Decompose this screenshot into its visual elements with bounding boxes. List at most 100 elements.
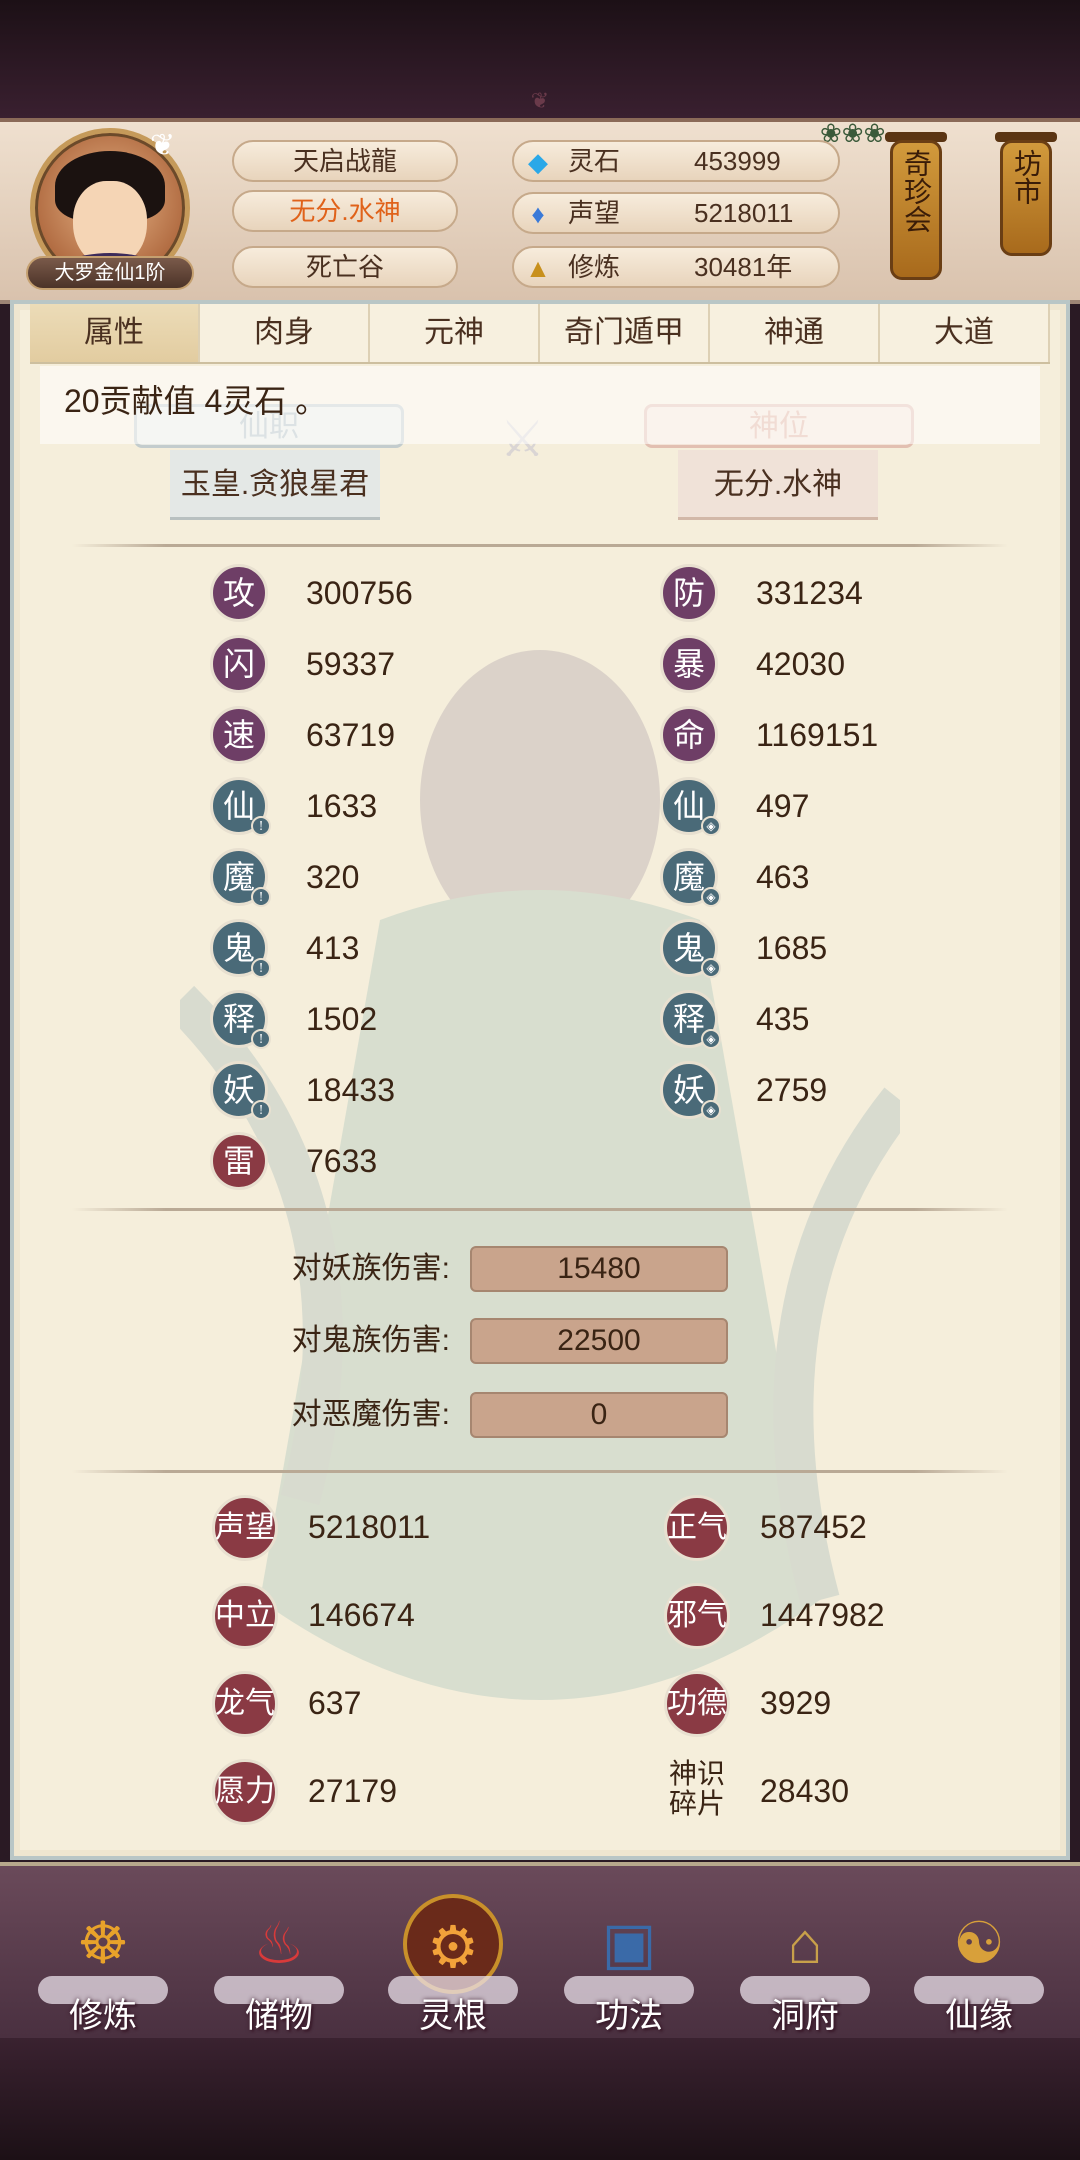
resource-cultivation: ▲ 修炼 30481年 — [512, 246, 840, 288]
notice-message: 20贡献值 4灵石 。 — [40, 366, 1040, 444]
stat-badge: 魔! — [210, 848, 271, 907]
rep-badge: 龙气 — [212, 1671, 278, 1737]
rep-badge: 声望 — [212, 1495, 278, 1561]
rep-reputation: 声望 5218011 — [212, 1495, 542, 1561]
tab-dao[interactable]: 大道 — [880, 304, 1050, 362]
player-location: 死亡谷 — [232, 246, 458, 288]
player-name: 天启战龍 — [232, 140, 458, 182]
stat-buddha-defense: 释 ◈ 435 — [660, 990, 990, 1054]
stat-critical: 暴 42030 — [660, 635, 990, 699]
shield-mini-icon: ◈ — [701, 816, 721, 836]
nav-label: 洞府 — [771, 1996, 839, 2036]
attack-mini-icon: ! — [251, 1029, 271, 1049]
rep-badge: 功德 — [664, 1671, 730, 1737]
shield-mini-icon: ◈ — [701, 1100, 721, 1120]
stat-badge: 鬼 ◈ — [660, 919, 721, 978]
lantern-fangshi-button[interactable]: 坊市 — [1000, 140, 1052, 256]
stat-badge: 鬼! — [210, 919, 271, 978]
damage-label: 对恶魔伤害: — [291, 1398, 450, 1431]
attack-mini-icon: ! — [251, 1100, 271, 1120]
rep-badge: 邪气 — [664, 1583, 730, 1649]
reputation-icon: ♦ — [531, 199, 545, 229]
nav-cave-dwelling-button[interactable]: ⌂ 洞府 — [730, 1880, 880, 2050]
nav-spirit-root-button[interactable]: ⚙ 灵根 — [378, 1880, 528, 2050]
tab-spirit[interactable]: 元神 — [370, 304, 540, 362]
stat-value: 18433 — [306, 1072, 395, 1108]
stat-value: 63719 — [306, 717, 395, 753]
stat-demon-defense: 魔 ◈ 463 — [660, 848, 990, 912]
lantern-label: 奇珍会 — [900, 149, 933, 233]
attack-mini-icon: ! — [251, 887, 271, 907]
stat-value: 59337 — [306, 646, 395, 682]
stat-badge: 释! — [210, 990, 271, 1049]
rep-value: 146674 — [308, 1597, 415, 1633]
divider — [72, 1208, 1008, 1211]
stat-badge: 攻 — [210, 564, 268, 622]
resource-reputation: ♦ 声望 5218011 — [512, 192, 840, 234]
rep-badge: 中立 — [212, 1583, 278, 1649]
nav-fate-button[interactable]: ☯ 仙缘 — [904, 1880, 1054, 2050]
nav-storage-button[interactable]: ♨ 储物 — [204, 1880, 354, 2050]
resource-value: 5218011 — [694, 198, 794, 228]
rep-evil: 邪气 1447982 — [664, 1583, 994, 1649]
lantern-qizhenhui-button[interactable]: 奇珍会 — [890, 140, 942, 280]
rep-neutral: 中立 146674 — [212, 1583, 542, 1649]
nav-label: 仙缘 — [945, 1996, 1013, 2036]
nav-label: 功法 — [595, 1996, 663, 2036]
attack-mini-icon: ! — [251, 958, 271, 978]
resource-label: 灵石 — [568, 146, 621, 176]
player-title: 无分.水神 — [232, 190, 458, 232]
rank-badge: 大罗金仙1阶 — [26, 256, 194, 290]
tab-bar: 属性 肉身 元神 奇门遁甲 神通 大道 — [30, 304, 1050, 364]
stat-badge: 妖 ◈ — [660, 1061, 721, 1120]
damage-label: 对鬼族伤害: — [291, 1324, 450, 1357]
nav-label: 储物 — [245, 1996, 313, 2036]
nav-techniques-button[interactable]: ▣ 功法 — [554, 1880, 704, 2050]
stat-buddha-attack: 释! 1502 — [210, 990, 540, 1054]
cultivation-icon: ▲ — [525, 253, 551, 283]
nav-cultivate-button[interactable]: ☸ 修炼 — [28, 1880, 178, 2050]
tab-attributes[interactable]: 属性 — [30, 304, 200, 362]
tab-divine-power[interactable]: 神通 — [710, 304, 880, 362]
stat-value: 413 — [306, 930, 360, 966]
resource-label: 声望 — [568, 198, 621, 228]
damage-value-bar: 0 — [470, 1392, 728, 1438]
stat-ghost-attack: 鬼! 413 — [210, 919, 540, 983]
nav-label: 灵根 — [419, 1996, 487, 2036]
stat-badge: 闪 — [210, 635, 268, 693]
bottom-band — [0, 2038, 1080, 2160]
stat-value: 1685 — [756, 930, 828, 966]
stat-ghost-defense: 鬼 ◈ 1685 — [660, 919, 990, 983]
butterfly-icon: ❦ — [150, 129, 176, 162]
resource-value: 30481年 — [694, 252, 793, 282]
stat-value: 497 — [756, 788, 810, 824]
rep-value: 587452 — [760, 1509, 867, 1545]
stat-badge: 雷 — [210, 1132, 268, 1190]
divider — [72, 544, 1008, 547]
stat-life: 命 1169151 — [660, 706, 990, 770]
rep-badge: 愿力 — [212, 1759, 278, 1825]
xianzhi-value: 玉皇.贪狼星君 — [170, 450, 380, 520]
stat-badge: 防 — [660, 564, 718, 622]
tab-body[interactable]: 肉身 — [200, 304, 370, 362]
stat-badge: 暴 — [660, 635, 718, 693]
tab-qimen[interactable]: 奇门遁甲 — [540, 304, 710, 362]
rep-value: 27179 — [308, 1773, 397, 1809]
rep-wish-power: 愿力 27179 — [212, 1759, 542, 1825]
lantern-label: 坊市 — [1010, 149, 1043, 205]
resource-label: 修炼 — [568, 252, 621, 282]
stat-badge: 仙 ◈ — [660, 777, 721, 836]
stat-badge: 释 ◈ — [660, 990, 721, 1049]
stat-monster-defense: 妖 ◈ 2759 — [660, 1061, 990, 1125]
top-ornament-icon: ❦ — [530, 88, 550, 113]
rep-badge: 神识 碎片 — [668, 1757, 725, 1820]
stat-attack: 攻 300756 — [210, 564, 540, 628]
shield-mini-icon: ◈ — [701, 1029, 721, 1049]
stat-value: 1633 — [306, 788, 378, 824]
stat-value: 2759 — [756, 1072, 828, 1108]
rep-righteous: 正气 587452 — [664, 1495, 994, 1561]
shenwei-value: 无分.水神 — [678, 450, 878, 520]
stat-badge: 速 — [210, 706, 268, 764]
divider — [72, 1470, 1008, 1473]
rep-dragon-qi: 龙气 637 — [212, 1671, 542, 1737]
